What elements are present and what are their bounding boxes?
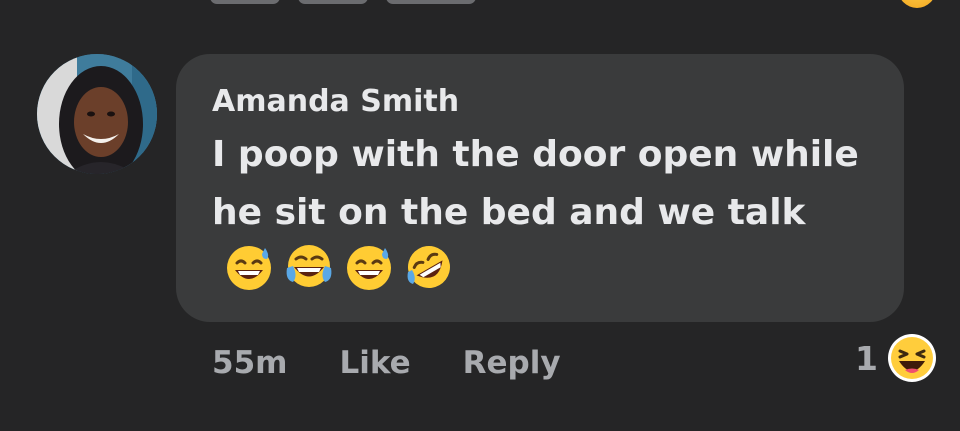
reaction-count: 1 <box>855 338 878 378</box>
rolling-on-floor-laughing-emoji <box>407 246 450 288</box>
sweat-smile-emoji <box>227 246 271 290</box>
previous-reaction-icon <box>898 0 936 8</box>
reaction-summary[interactable]: 1 <box>855 332 938 384</box>
comment-body: I poop with the door open while he sit o… <box>212 126 868 302</box>
comment-thread: Amanda Smith I poop with the door open w… <box>0 0 960 431</box>
comment-text: I poop with the door open while he sit o… <box>212 134 859 233</box>
comment-bubble: Amanda Smith I poop with the door open w… <box>176 54 904 322</box>
comment-author[interactable]: Amanda Smith <box>212 80 868 124</box>
avatar-photo <box>37 54 157 174</box>
reply-button[interactable]: Reply <box>463 345 561 381</box>
tears-of-joy-emoji <box>286 245 332 287</box>
previous-comment-actions <box>210 0 570 4</box>
like-button[interactable]: Like <box>339 345 410 381</box>
comment-emojis <box>224 242 454 292</box>
comment-timestamp[interactable]: 55m <box>212 345 287 381</box>
avatar[interactable] <box>37 54 157 174</box>
comment-actions: 55m Like Reply <box>212 336 561 390</box>
sweat-smile-emoji <box>347 246 391 290</box>
haha-reaction-icon <box>888 334 936 382</box>
